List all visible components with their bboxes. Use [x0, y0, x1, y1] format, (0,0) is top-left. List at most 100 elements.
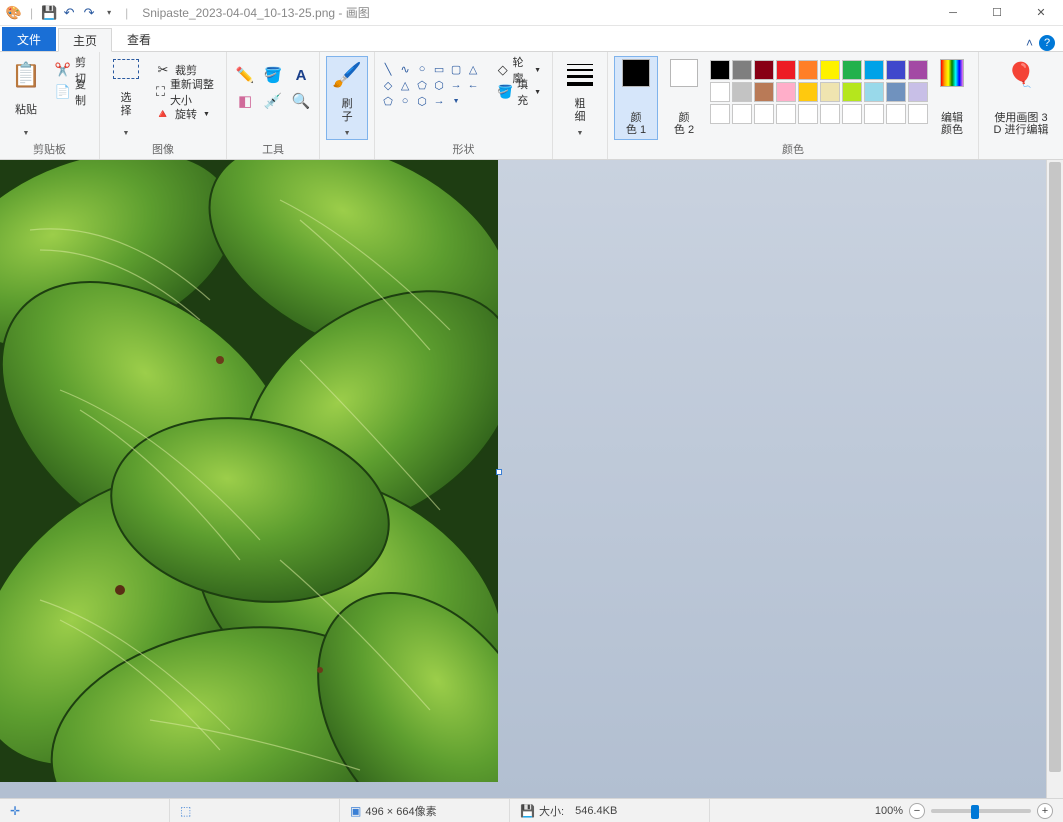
vertical-scrollbar[interactable]	[1046, 160, 1063, 798]
title-appname: 画图	[346, 6, 370, 20]
chevron-down-icon: ▼	[123, 130, 130, 137]
color-swatch[interactable]	[732, 82, 752, 102]
undo-icon[interactable]: ↶	[61, 5, 77, 21]
cursor-pos-icon: ✛	[10, 804, 20, 818]
color2-swatch	[670, 59, 698, 87]
minimize-button[interactable]: ─	[931, 0, 975, 26]
select-button[interactable]: 选 择 ▼	[106, 56, 146, 140]
qat-dropdown-icon[interactable]: ▾	[101, 5, 117, 21]
color-swatch[interactable]	[798, 60, 818, 80]
tab-home[interactable]: 主页	[58, 28, 112, 52]
color-swatch[interactable]	[710, 82, 730, 102]
chevron-down-icon: ▼	[577, 130, 584, 137]
titlebar: 🎨 | 💾 ↶ ↷ ▾ | Snipaste_2023-04-04_10-13-…	[0, 0, 1063, 26]
paste-button[interactable]: 📋 粘贴 ▼	[6, 56, 46, 140]
group-image: 选 择 ▼ ✂裁剪 ⛶重新调整大小 🔺旋转▼ 图像	[100, 52, 227, 159]
color-swatch[interactable]	[886, 104, 906, 124]
collapse-ribbon-icon[interactable]: ˄	[1026, 36, 1033, 50]
close-button[interactable]: ✕	[1019, 0, 1063, 26]
color-swatch[interactable]	[908, 82, 928, 102]
save-icon[interactable]: 💾	[41, 5, 57, 21]
group-paint3d: 🎈 使用画图 3 D 进行编辑	[979, 52, 1063, 159]
color-swatch[interactable]	[710, 104, 730, 124]
file-size-value: 546.4KB	[575, 805, 617, 817]
magnifier-tool-icon[interactable]: 🔍	[289, 90, 313, 112]
text-tool-icon[interactable]: A	[289, 64, 313, 86]
color-swatch[interactable]	[754, 82, 774, 102]
selection-size-icon: ⬚	[180, 804, 191, 818]
color-swatch[interactable]	[908, 60, 928, 80]
fill-tool-icon[interactable]: 🪣	[261, 64, 285, 86]
color-swatch[interactable]	[842, 82, 862, 102]
canvas-dimensions: 496 × 664像素	[365, 803, 436, 819]
canvas-area[interactable]	[0, 160, 1063, 798]
copy-button[interactable]: 📄复制	[50, 82, 93, 102]
paint3d-icon: 🎈	[1005, 59, 1037, 91]
color1-button[interactable]: 颜 色 1	[614, 56, 658, 140]
fill-icon: 🪣	[497, 84, 513, 100]
scissors-icon: ✂️	[55, 62, 71, 78]
color-swatch[interactable]	[732, 104, 752, 124]
size-button[interactable]: 粗 细 ▼	[559, 56, 601, 140]
canvas-content[interactable]	[0, 160, 498, 782]
outline-icon: ◇	[497, 62, 508, 78]
color-swatch[interactable]	[886, 60, 906, 80]
group-label-tools: 工具	[233, 141, 313, 157]
picker-tool-icon[interactable]: 💉	[261, 90, 285, 112]
color2-button[interactable]: 颜 色 2	[662, 56, 706, 140]
color-swatch[interactable]	[754, 104, 774, 124]
zoom-in-button[interactable]: +	[1037, 803, 1053, 819]
rotate-button[interactable]: 🔺旋转▼	[150, 104, 220, 124]
color-swatch[interactable]	[710, 60, 730, 80]
color-swatch[interactable]	[776, 104, 796, 124]
shapes-gallery[interactable]: ╲∿○▭▢△ ◇△⬠⬡→← ⬠○⬡→▼	[381, 62, 480, 108]
color-swatch[interactable]	[820, 104, 840, 124]
pencil-tool-icon[interactable]: ✏️	[233, 64, 257, 86]
help-icon[interactable]: ?	[1039, 35, 1055, 51]
group-shapes: ╲∿○▭▢△ ◇△⬠⬡→← ⬠○⬡→▼ ◇轮廓▼ 🪣填充▼ 形状	[374, 52, 553, 159]
shape-fill-button[interactable]: 🪣填充▼	[492, 82, 546, 102]
edit-colors-button[interactable]: 编辑 颜色	[932, 56, 972, 140]
disk-icon: 💾	[520, 804, 535, 818]
color-swatch[interactable]	[776, 82, 796, 102]
scrollbar-thumb[interactable]	[1049, 162, 1061, 772]
select-icon	[113, 59, 139, 79]
zoom-out-button[interactable]: −	[909, 803, 925, 819]
maximize-button[interactable]: ☐	[975, 0, 1019, 26]
color-palette[interactable]	[710, 60, 928, 124]
color-swatch[interactable]	[908, 104, 928, 124]
resize-button[interactable]: ⛶重新调整大小	[150, 82, 220, 102]
statusbar: ✛ ⬚ ▣496 × 664像素 💾大小: 546.4KB 100% − +	[0, 798, 1063, 822]
color-swatch[interactable]	[798, 104, 818, 124]
color-swatch[interactable]	[754, 60, 774, 80]
paint3d-button[interactable]: 🎈 使用画图 3 D 进行编辑	[985, 56, 1057, 140]
tab-file[interactable]: 文件	[2, 27, 56, 51]
color-swatch[interactable]	[732, 60, 752, 80]
rainbow-icon	[940, 59, 964, 87]
color-swatch[interactable]	[886, 82, 906, 102]
group-brushes: 🖌️ 刷 子 ▼	[320, 52, 374, 159]
color-swatch[interactable]	[864, 60, 884, 80]
group-label-image: 图像	[106, 141, 220, 157]
color-swatch[interactable]	[820, 60, 840, 80]
resize-handle-right[interactable]	[496, 469, 502, 475]
color-swatch[interactable]	[776, 60, 796, 80]
color-swatch[interactable]	[842, 60, 862, 80]
zoom-slider[interactable]	[931, 809, 1031, 813]
color-swatch[interactable]	[864, 82, 884, 102]
group-colors: 颜 色 1 颜 色 2 编辑 颜色 颜色	[608, 52, 979, 159]
file-size-label: 大小:	[539, 803, 564, 819]
group-size: 粗 细 ▼	[553, 52, 608, 159]
color-swatch[interactable]	[842, 104, 862, 124]
redo-icon[interactable]: ↷	[81, 5, 97, 21]
brushes-button[interactable]: 🖌️ 刷 子 ▼	[326, 56, 368, 140]
tab-view[interactable]: 查看	[112, 27, 166, 51]
zoom-thumb[interactable]	[971, 805, 979, 819]
group-label-clipboard: 剪贴板	[6, 141, 93, 157]
eraser-tool-icon[interactable]: ◧	[233, 90, 257, 112]
color-swatch[interactable]	[798, 82, 818, 102]
color-swatch[interactable]	[820, 82, 840, 102]
plant-image	[0, 160, 498, 782]
color-swatch[interactable]	[864, 104, 884, 124]
copy-icon: 📄	[55, 84, 71, 100]
